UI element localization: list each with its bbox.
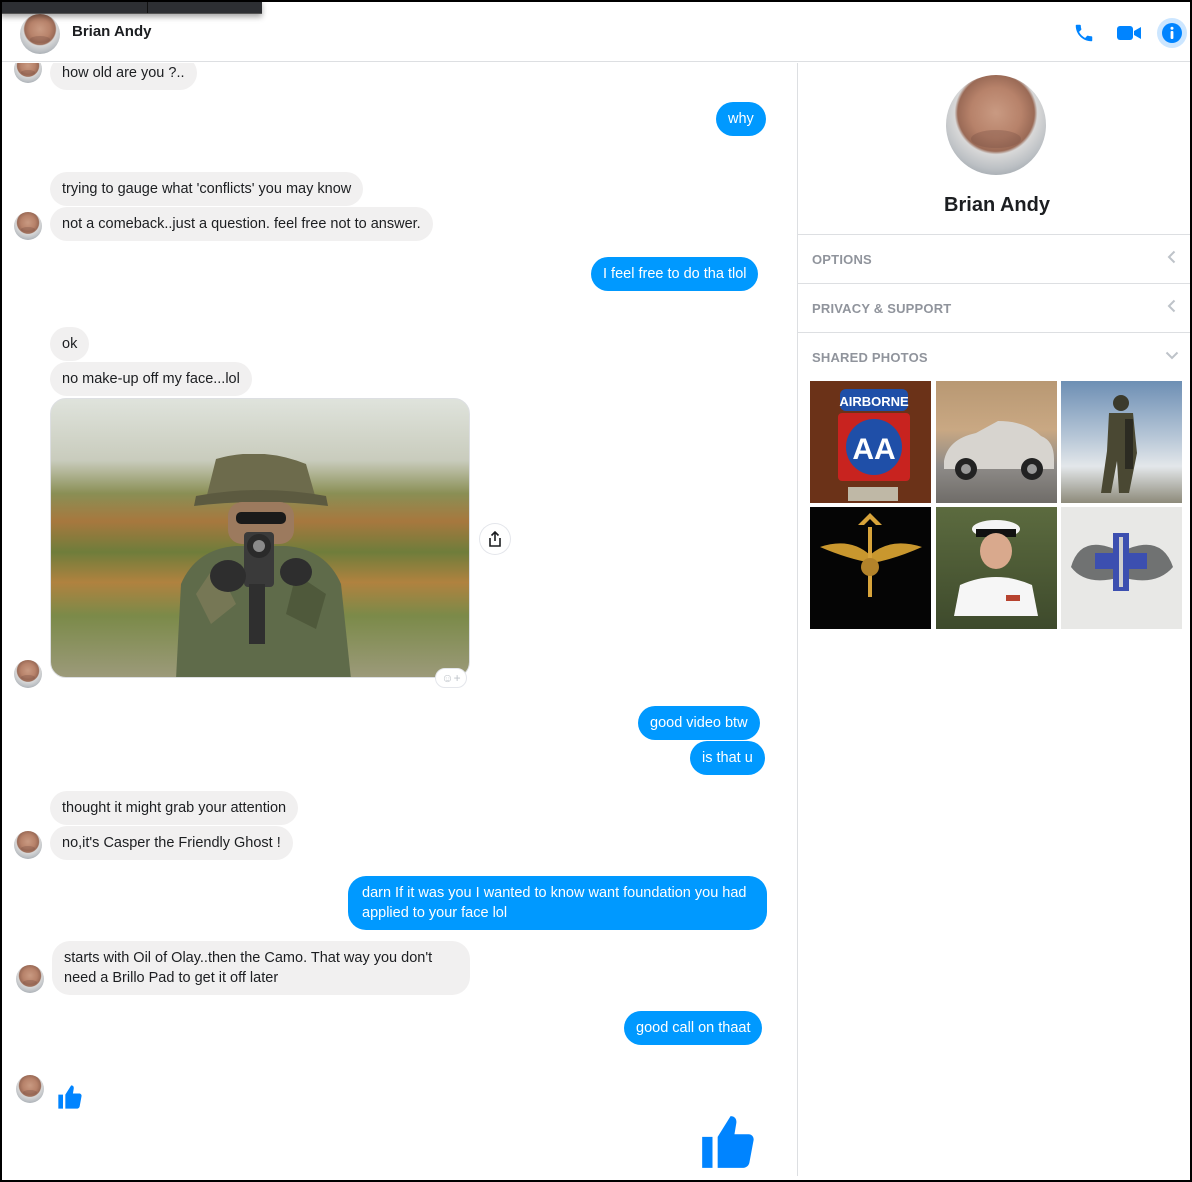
contact-avatar-small[interactable] xyxy=(16,965,44,993)
thumbs-up-icon[interactable] xyxy=(56,1083,84,1116)
chevron-left-icon[interactable] xyxy=(1164,298,1180,314)
message-list[interactable]: how old are you ?.. why trying to gauge … xyxy=(2,63,797,1180)
add-reaction-icon[interactable]: ☺+ xyxy=(435,668,467,688)
phone-icon[interactable] xyxy=(1070,19,1098,47)
video-camera-icon[interactable] xyxy=(1115,19,1143,47)
options-section[interactable]: OPTIONS xyxy=(798,234,1190,283)
incoming-message[interactable]: no,it's Casper the Friendly Ghost ! xyxy=(50,826,293,860)
outgoing-message[interactable]: why xyxy=(716,102,766,136)
contact-name[interactable]: Brian Andy xyxy=(72,23,151,40)
incoming-message[interactable]: ok xyxy=(50,327,90,361)
section-label: PRIVACY & SUPPORT xyxy=(812,301,952,316)
svg-text:AA: AA xyxy=(852,433,895,466)
contact-avatar-small[interactable] xyxy=(16,1075,44,1103)
section-label: SHARED PHOTOS xyxy=(812,350,928,365)
chevron-left-icon[interactable] xyxy=(1164,249,1180,265)
incoming-message[interactable]: not a comeback..just a question. feel fr… xyxy=(50,207,433,241)
outgoing-message[interactable]: darn If it was you I wanted to know want… xyxy=(348,876,767,930)
contact-avatar[interactable] xyxy=(20,14,60,54)
chevron-down-icon[interactable] xyxy=(1164,347,1180,363)
photo-soldier xyxy=(176,454,351,677)
info-icon[interactable] xyxy=(1157,18,1187,48)
outgoing-message[interactable]: good call on thaat xyxy=(624,1011,763,1045)
outgoing-message[interactable]: I feel free to do tha tlol xyxy=(591,257,759,291)
section-label: OPTIONS xyxy=(812,252,872,267)
contact-avatar-small[interactable] xyxy=(14,831,42,859)
soldier-silhouette-photo[interactable] xyxy=(1061,381,1182,503)
conversation-info-panel: Brian Andy OPTIONS PRIVACY & SUPPORT SHA… xyxy=(798,63,1190,1180)
medic-wings-badge-photo[interactable] xyxy=(1061,507,1182,629)
patch-text: AIRBORNE xyxy=(839,394,909,409)
incoming-message[interactable]: how old are you ?.. xyxy=(50,63,197,90)
contact-avatar-small[interactable] xyxy=(14,212,42,240)
shared-photos-section[interactable]: SHARED PHOTOS xyxy=(798,332,1190,381)
outgoing-message[interactable]: is that u xyxy=(690,741,765,775)
privacy-support-section[interactable]: PRIVACY & SUPPORT xyxy=(798,283,1190,332)
navy-officer-photo[interactable] xyxy=(936,507,1057,629)
contact-avatar-small[interactable] xyxy=(14,63,42,83)
thumbs-up-icon[interactable] xyxy=(696,1111,760,1178)
incoming-message[interactable]: thought it might grab your attention xyxy=(50,791,299,825)
outgoing-message[interactable]: good video btw xyxy=(638,706,760,740)
contact-profile-photo[interactable] xyxy=(946,75,1046,175)
incoming-message[interactable]: no make-up off my face...lol xyxy=(50,362,252,396)
incoming-message[interactable]: starts with Oil of Olay..then the Camo. … xyxy=(52,941,470,995)
shared-photo-message[interactable] xyxy=(50,398,470,678)
contact-avatar-small[interactable] xyxy=(14,660,42,688)
car-photo[interactable] xyxy=(936,381,1057,503)
panel-contact-name: Brian Andy xyxy=(944,194,1050,216)
incoming-message[interactable]: trying to gauge what 'conflicts' you may… xyxy=(50,172,364,206)
share-icon[interactable] xyxy=(480,524,510,554)
navy-seal-trident-photo[interactable] xyxy=(810,507,931,629)
airborne-patch-photo[interactable]: AIRBORNE AA xyxy=(810,381,931,503)
browser-tab-strip xyxy=(0,0,262,14)
